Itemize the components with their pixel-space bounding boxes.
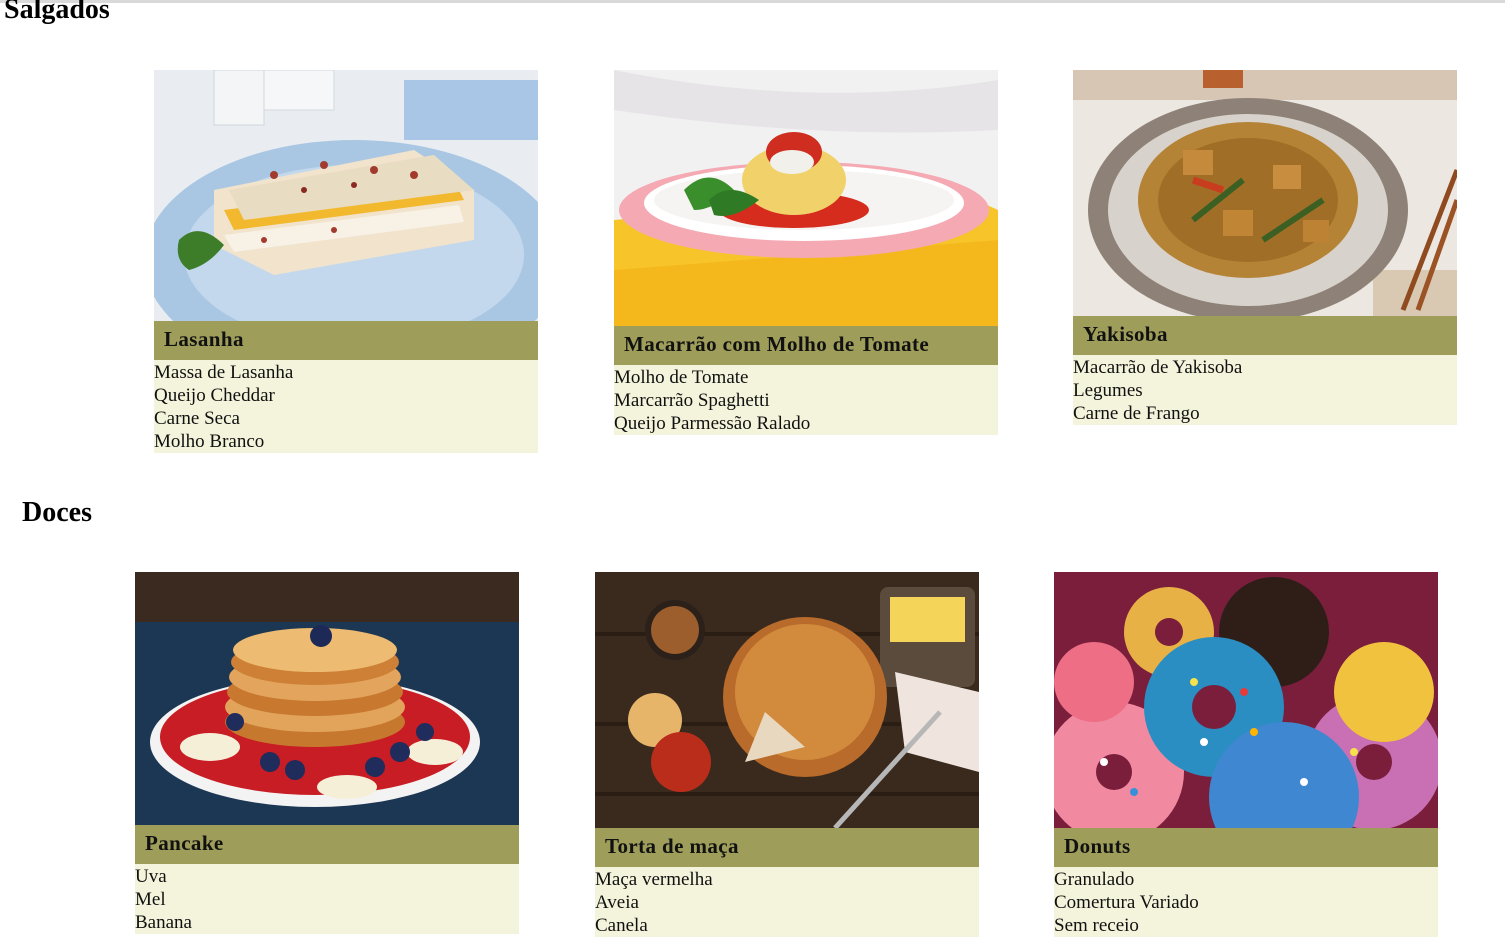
ingredient-item: Molho de Tomate [614, 367, 749, 388]
recipe-card-donuts: Donuts Granulado Comertura Variado Sem r… [1054, 572, 1438, 937]
ingredient-list: Macarrão de Yakisoba Legumes Carne de Fr… [1073, 355, 1457, 425]
recipe-card-title: Lasanha [154, 321, 538, 360]
ingredient-list: Granulado Comertura Variado Sem receio [1054, 867, 1438, 937]
ingredient-item: Carne Seca [154, 408, 240, 429]
recipe-card-yakisoba: Yakisoba Macarrão de Yakisoba Legumes Ca… [1073, 70, 1457, 425]
ingredient-item: Molho Branco [154, 431, 265, 452]
recipe-card-macarrao: Macarrão com Molho de Tomate Molho de To… [614, 70, 998, 435]
browser-top-border [0, 0, 1505, 3]
recipe-card-title: Torta de maça [595, 828, 979, 867]
recipe-card-pancake: Pancake Uva Mel Banana [135, 572, 519, 934]
ingredient-item: Mel [135, 889, 166, 910]
macarrao-photo [614, 70, 998, 326]
ingredient-item: Granulado [1054, 869, 1135, 890]
ingredient-item: Macarrão de Yakisoba [1073, 357, 1243, 378]
donuts-photo [1054, 572, 1438, 828]
recipe-card-title: Yakisoba [1073, 316, 1457, 355]
ingredient-list: Uva Mel Banana [135, 864, 519, 934]
ingredient-item: Maça vermelha [595, 869, 713, 890]
recipe-card-lasanha: Lasanha Massa de Lasanha Queijo Cheddar … [154, 70, 538, 453]
recipe-card-title: Donuts [1054, 828, 1438, 867]
ingredient-item: Uva [135, 866, 167, 887]
yakisoba-photo [1073, 70, 1457, 316]
ingredient-item: Marcarrão Spaghetti [614, 390, 770, 411]
ingredient-item: Comertura Variado [1054, 892, 1199, 913]
ingredient-item: Banana [135, 912, 192, 933]
torta-photo [595, 572, 979, 828]
ingredient-list: Massa de Lasanha Queijo Cheddar Carne Se… [154, 360, 538, 453]
ingredient-item: Carne de Frango [1073, 403, 1200, 424]
ingredient-item: Legumes [1073, 380, 1143, 401]
section-title-salgados: Salgados [4, 0, 110, 25]
recipe-card-title: Macarrão com Molho de Tomate [614, 326, 998, 365]
ingredient-list: Maça vermelha Aveia Canela [595, 867, 979, 937]
ingredient-item: Aveia [595, 892, 639, 913]
lasanha-photo [154, 70, 538, 321]
section-title-doces: Doces [22, 497, 92, 528]
pancake-photo [135, 572, 519, 825]
recipe-card-title: Pancake [135, 825, 519, 864]
ingredient-item: Queijo Parmessão Ralado [614, 413, 811, 434]
ingredient-list: Molho de Tomate Marcarrão Spaghetti Quei… [614, 365, 998, 435]
ingredient-item: Queijo Cheddar [154, 385, 275, 406]
ingredient-item: Massa de Lasanha [154, 362, 294, 383]
recipe-card-torta: Torta de maça Maça vermelha Aveia Canela [595, 572, 979, 937]
